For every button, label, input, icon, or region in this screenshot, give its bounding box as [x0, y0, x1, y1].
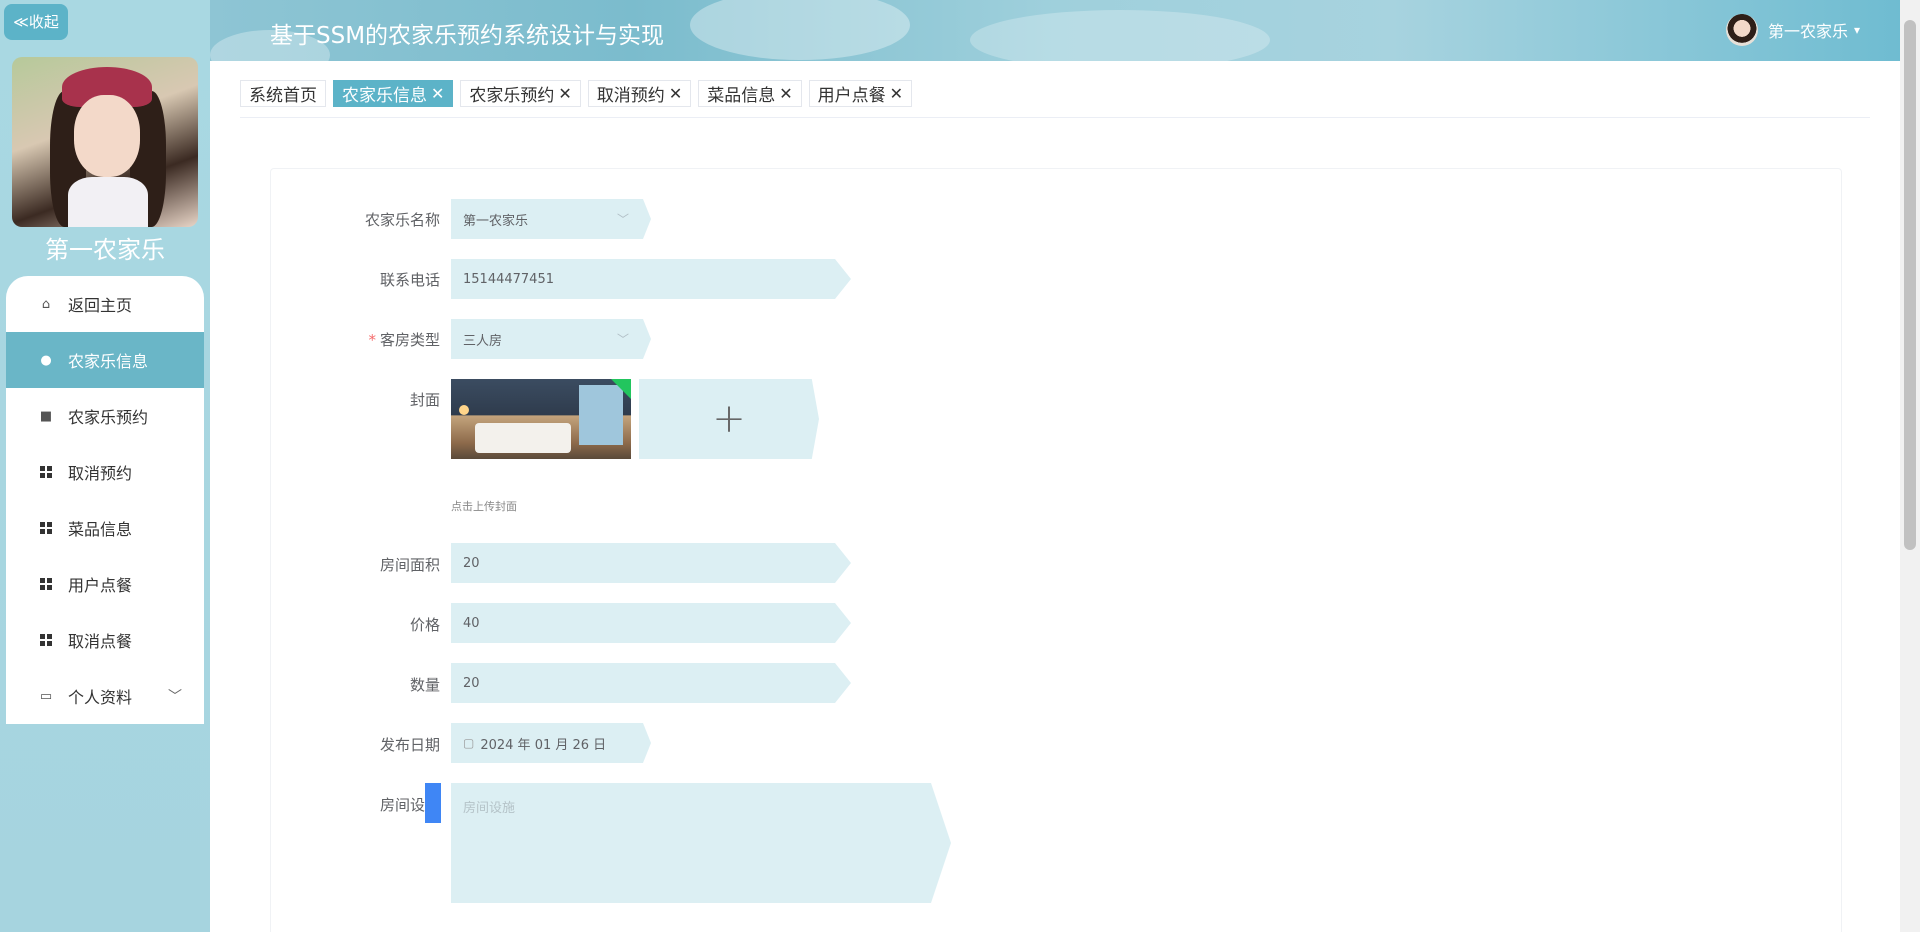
grid-icon — [38, 520, 54, 536]
page-title: 基于SSM的农家乐预约系统设计与实现 — [270, 23, 665, 49]
cover-hint: 点击上传封面 — [451, 500, 517, 513]
wallet-icon: ▭ — [39, 688, 53, 704]
close-icon[interactable]: ✕ — [890, 84, 903, 103]
area-label: 房间面积 — [379, 556, 440, 574]
grid-icon — [38, 464, 54, 480]
tab-label: 菜品信息 — [707, 86, 776, 106]
tab-bar: 系统首页 农家乐信息 ✕ 农家乐预约 ✕ 取消预约 ✕ 菜品信息 ✕ 用户点餐 ✕ — [240, 80, 913, 108]
sidebar-item-label: 农家乐预约 — [68, 408, 149, 427]
quantity-label: 数量 — [409, 676, 440, 694]
cover-label: 封面 — [409, 391, 440, 409]
sidebar-username: 第一农家乐 — [45, 236, 165, 264]
calendar-icon: ▢ — [463, 736, 475, 750]
tab-farmstay-booking[interactable]: 农家乐预约 ✕ — [460, 80, 581, 107]
cover-image[interactable] — [451, 379, 631, 459]
sidebar-item-user-orders[interactable]: 用户点餐 — [6, 556, 204, 612]
sidebar-item-dishes[interactable]: 菜品信息 — [6, 500, 204, 556]
tab-cancel-booking[interactable]: 取消预约 ✕ — [587, 80, 692, 107]
tab-label: 农家乐预约 — [469, 86, 555, 106]
tab-user-orders[interactable]: 用户点餐 ✕ — [808, 80, 913, 107]
name-select-value: 第一农家乐 — [463, 213, 529, 229]
chevron-down-icon: ▾ — [1853, 23, 1860, 37]
tab-home[interactable]: 系统首页 — [240, 80, 326, 107]
header-username: 第一农家乐 — [1767, 22, 1848, 41]
sidebar-item-cancel-order[interactable]: 取消点餐 — [6, 612, 204, 668]
facility-textarea[interactable]: 房间设施 — [451, 783, 951, 903]
chevron-down-icon: ﹀ — [616, 212, 629, 227]
tab-label: 取消预约 — [596, 86, 665, 106]
quantity-field[interactable]: 20 — [451, 663, 851, 703]
sidebar-item-label: 取消预约 — [68, 464, 133, 483]
tab-label: 农家乐信息 — [342, 86, 427, 106]
sidebar-item-label: 农家乐信息 — [68, 352, 149, 371]
sidebar-item-farmstay-booking[interactable]: ■ 农家乐预约 — [6, 388, 204, 444]
scrollbar-thumb[interactable] — [1904, 20, 1916, 550]
tabs-divider — [240, 117, 1870, 118]
sidebar-item-label: 返回主页 — [68, 296, 133, 315]
avatar — [1725, 14, 1758, 46]
success-badge — [611, 379, 631, 399]
grid-icon — [38, 576, 54, 592]
facility-label: 房间设施 — [379, 796, 440, 814]
sidebar-item-label: 用户点餐 — [68, 576, 133, 595]
name-label: 农家乐名称 — [364, 211, 440, 229]
sidebar-item-label: 取消点餐 — [68, 632, 133, 651]
sidebar-item-cancel-booking[interactable]: 取消预约 — [6, 444, 204, 500]
close-icon[interactable]: ✕ — [431, 84, 444, 103]
close-icon[interactable]: ✕ — [779, 84, 792, 103]
sidebar-item-label: 个人资料 — [68, 688, 133, 707]
publish-date-picker[interactable]: ▢ 2024 年 01 月 26 日 — [451, 723, 651, 763]
text-selection — [425, 783, 441, 823]
top-header: 基于SSM的农家乐预约系统设计与实现 第一农家乐 ▾ — [210, 0, 1900, 61]
grid-icon — [38, 632, 54, 648]
close-icon[interactable]: ✕ — [558, 84, 571, 103]
sidebar: ≪收起 第一农家乐 ⌂ 返回主页 ● 农家乐信息 ■ 农家乐预约 取消预约 菜品… — [0, 0, 210, 932]
tab-label: 系统首页 — [249, 86, 317, 106]
video-icon: ■ — [39, 408, 53, 424]
publish-date-value: 2024 年 01 月 26 日 — [480, 737, 607, 753]
sidebar-menu: ⌂ 返回主页 ● 农家乐信息 ■ 农家乐预约 取消预约 菜品信息 用户点餐 取消… — [6, 276, 204, 724]
profile-avatar — [12, 57, 198, 227]
price-label: 价格 — [409, 616, 440, 634]
room-type-value: 三人房 — [463, 333, 503, 349]
tab-dishes[interactable]: 菜品信息 ✕ — [698, 80, 802, 107]
phone-label: 联系电话 — [379, 271, 440, 289]
home-icon: ⌂ — [41, 296, 51, 312]
sidebar-item-profile[interactable]: ▭ 个人资料 ﹀ — [6, 668, 204, 724]
collapse-button[interactable]: ≪收起 — [4, 4, 68, 40]
user-menu[interactable]: 第一农家乐 ▾ — [1725, 14, 1860, 46]
room-type-select[interactable]: 三人房 ﹀ — [451, 319, 651, 359]
user-icon: ● — [40, 352, 52, 368]
publish-date-label: 发布日期 — [379, 736, 440, 754]
upload-button[interactable]: + — [639, 379, 819, 459]
tab-farmstay-info[interactable]: 农家乐信息 ✕ — [333, 80, 454, 107]
chevron-down-icon: ﹀ — [168, 689, 182, 705]
scrollbar[interactable] — [1900, 0, 1920, 932]
area-field[interactable]: 20 — [451, 543, 851, 583]
room-type-label: * 客房类型 — [368, 331, 440, 349]
name-select[interactable]: 第一农家乐 ﹀ — [451, 199, 651, 239]
sidebar-item-label: 菜品信息 — [68, 520, 133, 539]
tab-label: 用户点餐 — [817, 86, 886, 106]
phone-field[interactable]: 15144477451 — [451, 259, 851, 299]
plus-icon: + — [712, 396, 746, 442]
sidebar-item-home[interactable]: ⌂ 返回主页 — [6, 276, 204, 332]
price-field[interactable]: 40 — [451, 603, 851, 643]
chevron-down-icon: ﹀ — [616, 332, 629, 347]
sidebar-item-farmstay-info[interactable]: ● 农家乐信息 — [6, 332, 204, 388]
close-icon[interactable]: ✕ — [669, 84, 682, 103]
